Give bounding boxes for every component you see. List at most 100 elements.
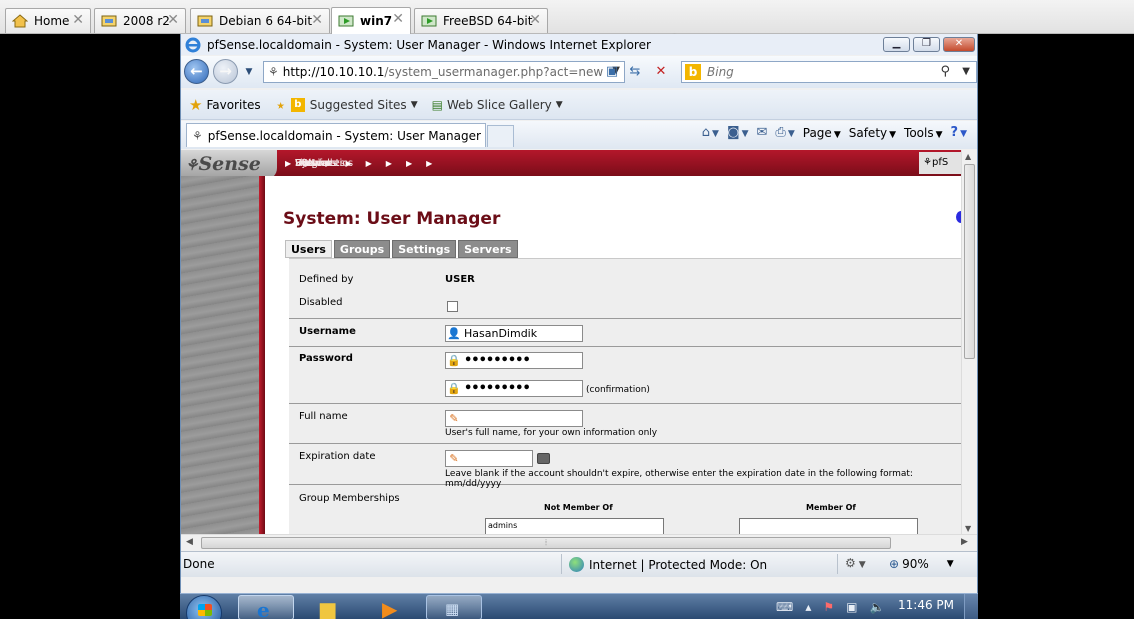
show-desktop-button[interactable] bbox=[964, 594, 978, 619]
window-title: pfSense.localdomain - System: User Manag… bbox=[207, 37, 651, 52]
ie-page-tab[interactable]: ⚘ pfSense.localdomain - System: User Man… bbox=[186, 123, 486, 147]
host-tab-label: 2008 r2 bbox=[123, 14, 170, 28]
horizontal-scrollbar[interactable]: ◀ ⦙ ▶ bbox=[181, 534, 977, 551]
not-member-of-list[interactable]: admins bbox=[485, 518, 664, 534]
password-field[interactable]: 🔒 ••••••••• bbox=[445, 352, 583, 369]
new-tab-button[interactable] bbox=[487, 125, 514, 147]
fullname-help: User's full name, for your own informati… bbox=[445, 428, 658, 438]
form-row-expiration: Expiration date ✎ Leave blank if the acc… bbox=[289, 444, 961, 489]
password-mask: ••••••••• bbox=[464, 353, 531, 368]
stop-icon[interactable]: ✕ bbox=[651, 62, 671, 82]
host-tab-label: FreeBSD 64-bit bbox=[443, 14, 533, 28]
vertical-scroll-thumb[interactable] bbox=[964, 164, 975, 359]
keyboard-icon[interactable]: ⌨ bbox=[776, 600, 793, 614]
taskbar-ie-button[interactable]: e bbox=[238, 595, 294, 619]
close-icon[interactable]: ✕ bbox=[72, 12, 84, 28]
password-confirm-field[interactable]: 🔒 ••••••••• bbox=[445, 380, 583, 397]
search-box[interactable]: b ⚲ ▼ bbox=[681, 61, 977, 83]
status-divider bbox=[561, 554, 562, 574]
scroll-down-icon[interactable]: ▼ bbox=[965, 524, 971, 533]
web-slice-gallery-button[interactable]: ▤ Web Slice Gallery ▼ bbox=[432, 98, 563, 112]
scroll-up-icon[interactable]: ▲ bbox=[965, 152, 971, 161]
safety-menu[interactable]: Safety ▼ bbox=[849, 126, 896, 140]
tab-users[interactable]: Users bbox=[285, 240, 332, 258]
protected-mode-icon[interactable]: ⚙ ▼ bbox=[845, 556, 866, 570]
taskbar-clock[interactable]: 11:46 PM bbox=[898, 598, 954, 612]
media-player-icon: ▶ bbox=[382, 597, 398, 619]
back-button[interactable]: ← bbox=[184, 59, 209, 84]
fullname-field[interactable]: ✎ bbox=[445, 410, 583, 427]
host-tab-win7[interactable]: win7 ✕ bbox=[331, 7, 411, 34]
menu-vpn[interactable]: ▶ VPN bbox=[295, 158, 386, 169]
menu-help[interactable]: ▶ Help bbox=[295, 158, 446, 169]
tab-groups[interactable]: Groups bbox=[333, 240, 391, 258]
menu-status[interactable]: ▶ Status bbox=[295, 158, 406, 169]
taskbar-explorer-button[interactable]: ▆ bbox=[302, 595, 358, 619]
refresh-icon[interactable]: ⇆ bbox=[625, 62, 645, 82]
address-bar[interactable]: ⚘ http://10.10.10.1/system_usermanager.p… bbox=[263, 61, 625, 83]
pfsense-mini-logo-icon: ⚘ bbox=[923, 157, 932, 168]
member-of-list[interactable] bbox=[739, 518, 918, 534]
show-hidden-icons-icon[interactable]: ▴ bbox=[805, 600, 811, 614]
close-icon[interactable]: ✕ bbox=[167, 12, 179, 28]
security-zone[interactable]: Internet | Protected Mode: On bbox=[569, 557, 767, 572]
pencil-icon: ✎ bbox=[449, 411, 459, 425]
pfsense-header-right: ⚘pfS bbox=[919, 152, 961, 174]
page-menu[interactable]: Page ▼ bbox=[803, 126, 841, 140]
compatibility-view-icon[interactable]: ▣ bbox=[602, 62, 622, 82]
vertical-scrollbar[interactable]: ▲ ▼ bbox=[961, 150, 977, 535]
add-to-favorites-bar-button[interactable]: ⭑ bbox=[277, 96, 289, 114]
rss-feed-icon[interactable]: ◙ ▼ bbox=[727, 125, 749, 140]
suggested-sites-button[interactable]: b Suggested Sites ▼ bbox=[290, 97, 418, 112]
tools-menu-label: Tools bbox=[904, 125, 934, 140]
print-icon[interactable]: ⎙ ▼ bbox=[775, 125, 794, 140]
taskbar-control-panel-button[interactable]: ▦ bbox=[426, 595, 482, 619]
forward-button[interactable]: → bbox=[213, 59, 238, 84]
zoom-control[interactable]: ⊕ 90% ▼ bbox=[889, 557, 954, 571]
mail-icon[interactable]: ✉ bbox=[757, 125, 768, 140]
tab-settings[interactable]: Settings bbox=[392, 240, 457, 258]
volume-icon[interactable]: 🔈 bbox=[869, 600, 884, 614]
username-field[interactable]: 👤 HasanDimdik bbox=[445, 325, 583, 342]
horizontal-scroll-thumb[interactable]: ⦙ bbox=[201, 537, 891, 549]
network-icon[interactable]: ▣ bbox=[846, 600, 857, 614]
search-dropdown-icon[interactable]: ▼ bbox=[962, 66, 970, 77]
home-icon[interactable]: ⌂ ▼ bbox=[702, 125, 719, 140]
tab-servers[interactable]: Servers bbox=[458, 240, 518, 258]
close-window-button[interactable]: ✕ bbox=[943, 37, 975, 52]
list-item[interactable]: admins bbox=[488, 521, 661, 530]
taskbar-media-player-button[interactable]: ▶ bbox=[364, 595, 420, 619]
favorites-label: Favorites bbox=[206, 97, 261, 112]
windows-logo-icon bbox=[198, 604, 212, 616]
close-icon[interactable]: ✕ bbox=[529, 12, 541, 28]
url-path: /system_usermanager.php?act=new bbox=[384, 65, 604, 79]
search-icon[interactable]: ⚲ bbox=[940, 64, 950, 79]
menu-diagnostics[interactable]: ▶ Diagnostics bbox=[295, 158, 426, 169]
tools-menu[interactable]: Tools ▼ bbox=[904, 126, 942, 140]
close-icon[interactable]: ✕ bbox=[311, 12, 323, 28]
scroll-left-icon[interactable]: ◀ bbox=[186, 537, 193, 547]
host-tab-freebsd[interactable]: FreeBSD 64-bit ✕ bbox=[414, 8, 548, 33]
action-center-icon[interactable]: ⚑ bbox=[823, 600, 834, 614]
expiration-field[interactable]: ✎ bbox=[445, 450, 533, 467]
close-icon[interactable]: ✕ bbox=[392, 11, 404, 27]
site-favicon-icon: ⚘ bbox=[192, 128, 203, 143]
command-bar: ⌂ ▼ ◙ ▼ ✉ ⎙ ▼ Page ▼ Safety ▼ Tools ▼ ? ▼ bbox=[702, 125, 967, 140]
host-tab-2008r2[interactable]: 2008 r2 ✕ bbox=[94, 8, 186, 33]
host-tab-home[interactable]: Home ✕ bbox=[5, 8, 91, 33]
minimize-button[interactable]: ▁ bbox=[883, 37, 910, 52]
calendar-icon[interactable] bbox=[537, 453, 550, 464]
vm-icon bbox=[197, 14, 213, 28]
password-label: Password bbox=[299, 353, 353, 364]
history-dropdown-icon[interactable]: ▼ bbox=[239, 62, 259, 82]
host-tab-debian[interactable]: Debian 6 64-bit ✕ bbox=[190, 8, 330, 33]
help-icon[interactable]: ? ▼ bbox=[951, 125, 967, 140]
start-button[interactable] bbox=[186, 595, 222, 619]
scroll-right-icon[interactable]: ▶ bbox=[961, 537, 968, 547]
search-input[interactable] bbox=[707, 65, 927, 79]
suggested-sites-label: Suggested Sites bbox=[309, 97, 407, 112]
maximize-button[interactable]: ❐ bbox=[913, 37, 940, 52]
url-host: http://10.10.10.1 bbox=[282, 65, 385, 79]
favorites-button[interactable]: ★ Favorites bbox=[189, 96, 261, 114]
disabled-checkbox[interactable] bbox=[447, 301, 458, 312]
